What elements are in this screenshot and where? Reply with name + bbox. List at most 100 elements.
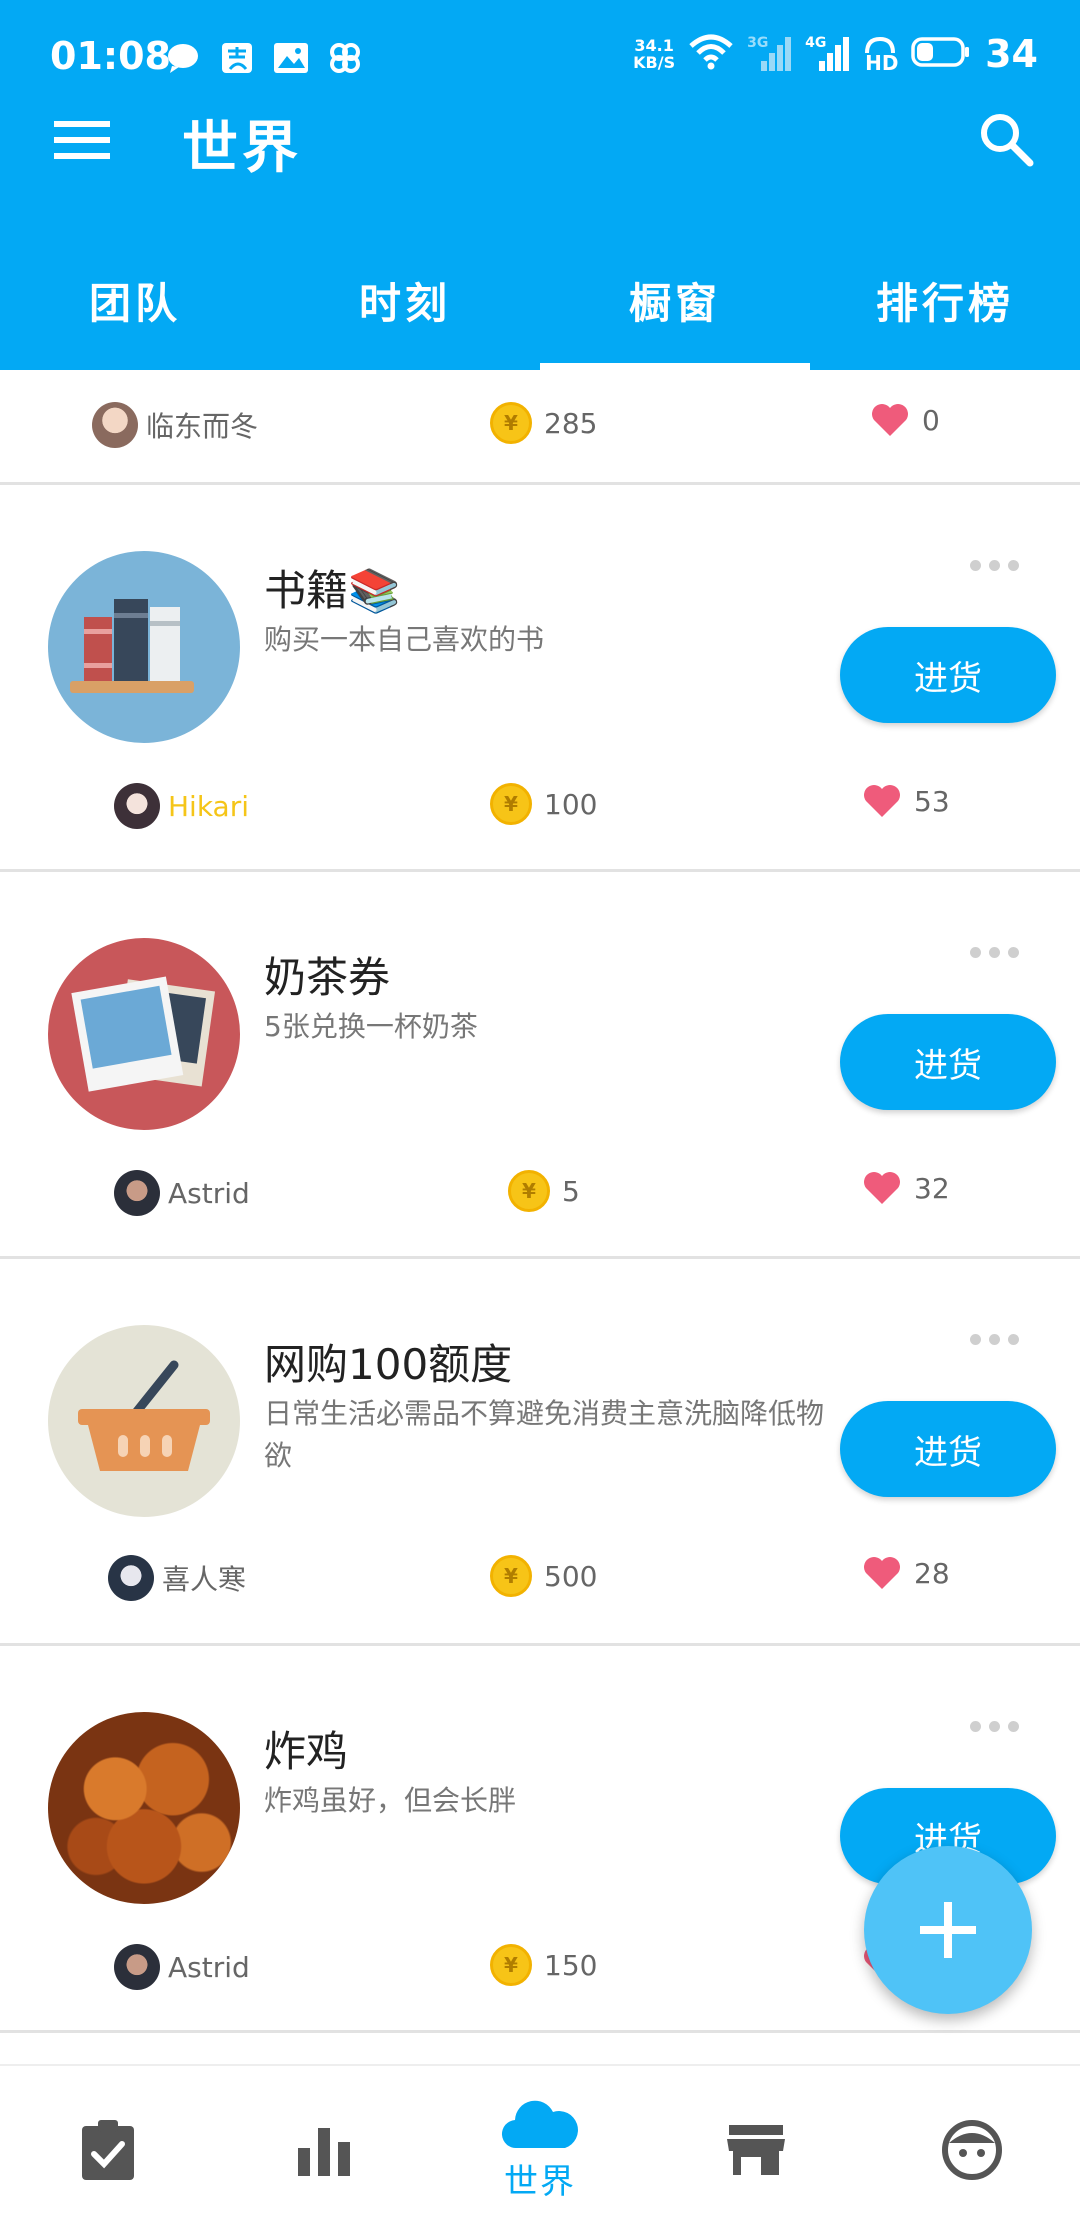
coin-icon: ¥ — [490, 1944, 532, 1986]
fried-chicken-photo — [48, 1712, 240, 1904]
tab-team[interactable]: 团队 — [0, 250, 270, 370]
hd-voice-icon: HD — [863, 35, 899, 75]
photos-icon — [48, 938, 240, 1130]
item-price: ¥ 500 — [490, 1555, 597, 1597]
coin-icon: ¥ — [508, 1170, 550, 1212]
heart-icon — [872, 404, 908, 436]
item-price: ¥ 285 — [490, 402, 597, 444]
net-speed: 34.1 KB/S — [633, 37, 675, 71]
basket-icon — [48, 1325, 240, 1517]
status-right: 34.1 KB/S 3G 4G HD 34 — [633, 32, 1038, 76]
likes-count: 53 — [914, 784, 950, 818]
bar-chart-icon — [298, 2128, 350, 2176]
cloud-icon — [501, 2100, 578, 2148]
item-price: ¥ 5 — [508, 1170, 580, 1212]
tab-showcase[interactable]: 橱窗 — [540, 250, 810, 370]
item-author[interactable]: Astrid — [114, 1170, 250, 1216]
item-author[interactable]: Hikari — [114, 783, 249, 829]
page-title: 世界 — [182, 116, 302, 181]
nav-store[interactable] — [648, 2066, 864, 2234]
list-item[interactable]: 奶茶券 5张兑换一杯奶茶 进货 Astrid ¥ 5 32 — [0, 872, 1080, 1259]
more-options-icon[interactable] — [970, 1329, 1026, 1349]
item-likes[interactable]: 32 — [862, 1170, 950, 1206]
item-description: 日常生活必需品不算避免消费主意洗脑降低物欲 — [264, 1397, 825, 1472]
coin-icon: ¥ — [490, 783, 532, 825]
item-price: ¥ 100 — [490, 783, 597, 825]
app-pinwheel-icon — [327, 40, 363, 76]
item-title: 书籍📚 — [264, 566, 401, 615]
nav-world-label: 世界 — [504, 2161, 576, 2202]
item-title: 奶茶券 — [264, 953, 391, 1002]
price-value: 500 — [544, 1559, 598, 1593]
plus-icon — [920, 1902, 976, 1958]
search-icon[interactable] — [976, 109, 1036, 169]
avatar — [114, 783, 160, 829]
price-value: 5 — [562, 1174, 580, 1208]
more-options-icon[interactable] — [970, 1716, 1026, 1736]
net-speed-value: 34.1 — [634, 36, 674, 55]
tab-bar: 团队 时刻 橱窗 排行榜 — [0, 250, 1080, 370]
author-name: 临东而冬 — [146, 410, 259, 443]
item-description: 炸鸡虽好，但会长胖 — [264, 1784, 517, 1817]
item-title: 网购100额度 — [264, 1340, 513, 1389]
author-name: 喜人寒 — [162, 1563, 247, 1596]
add-item-button[interactable] — [864, 1846, 1032, 2014]
nav-stats[interactable] — [216, 2066, 432, 2234]
notification-icons — [165, 40, 363, 76]
restock-button[interactable]: 进货 — [840, 1014, 1056, 1110]
likes-count: 32 — [914, 1171, 950, 1205]
nav-profile[interactable] — [864, 2066, 1080, 2234]
item-title: 炸鸡 — [264, 1727, 349, 1776]
item-author[interactable]: 临东而冬 — [92, 402, 258, 448]
menu-icon[interactable] — [52, 115, 112, 165]
list-item[interactable]: 网购100额度 日常生活必需品不算避免消费主意洗脑降低物欲 进货 喜人寒 ¥ 5… — [0, 1259, 1080, 1646]
face-icon — [942, 2120, 1002, 2180]
item-author[interactable]: Astrid — [114, 1944, 250, 1990]
price-value: 285 — [544, 406, 598, 440]
author-name: Hikari — [168, 789, 250, 823]
alipay-icon — [219, 40, 255, 76]
avatar — [114, 1944, 160, 1990]
bottom-navigation: 世界 — [0, 2064, 1080, 2234]
toolbar: 世界 — [0, 95, 1080, 185]
avatar — [92, 402, 138, 448]
avatar — [108, 1555, 154, 1601]
more-options-icon[interactable] — [970, 942, 1026, 962]
item-likes[interactable]: 53 — [862, 783, 950, 819]
item-author[interactable]: 喜人寒 — [108, 1555, 246, 1601]
item-likes[interactable]: 0 — [870, 402, 940, 438]
author-name: Astrid — [168, 1950, 250, 1984]
nav-world[interactable]: 世界 — [432, 2066, 648, 2234]
likes-count: 0 — [922, 403, 940, 437]
heart-icon — [864, 1172, 900, 1204]
item-description: 购买一本自己喜欢的书 — [264, 623, 545, 656]
avatar — [114, 1170, 160, 1216]
chat-bubble-icon — [165, 40, 201, 76]
store-icon — [727, 2125, 785, 2175]
price-value: 150 — [544, 1948, 598, 1982]
heart-icon — [864, 785, 900, 817]
signal-4g-icon: 4G — [805, 35, 850, 73]
nav-tasks[interactable] — [0, 2066, 216, 2234]
battery-level: 34 — [985, 32, 1038, 76]
tab-ranking[interactable]: 排行榜 — [810, 250, 1080, 370]
tab-moments[interactable]: 时刻 — [270, 250, 540, 370]
item-likes[interactable]: 28 — [862, 1555, 950, 1591]
coin-icon: ¥ — [490, 1555, 532, 1597]
list-item[interactable]: 临东而冬 ¥ 285 0 — [0, 370, 1080, 485]
status-time: 01:08 — [50, 34, 171, 78]
list-item[interactable]: 书籍📚 购买一本自己喜欢的书 进货 Hikari ¥ 100 53 — [0, 485, 1080, 872]
price-value: 100 — [544, 787, 598, 821]
image-icon — [273, 40, 309, 76]
item-description: 5张兑换一杯奶茶 — [264, 1010, 478, 1043]
hd-label: HD — [865, 51, 899, 75]
app-bar: 01:08 34.1 KB/S 3G 4G HD 34 世界 团队 时刻 橱窗 … — [0, 0, 1080, 370]
heart-icon — [864, 1557, 900, 1589]
more-options-icon[interactable] — [970, 555, 1026, 575]
coin-icon: ¥ — [490, 402, 532, 444]
item-price: ¥ 150 — [490, 1944, 597, 1986]
signal-3g-icon: 3G — [747, 35, 792, 73]
task-check-icon — [82, 2120, 134, 2180]
restock-button[interactable]: 进货 — [840, 1401, 1056, 1497]
restock-button[interactable]: 进货 — [840, 627, 1056, 723]
